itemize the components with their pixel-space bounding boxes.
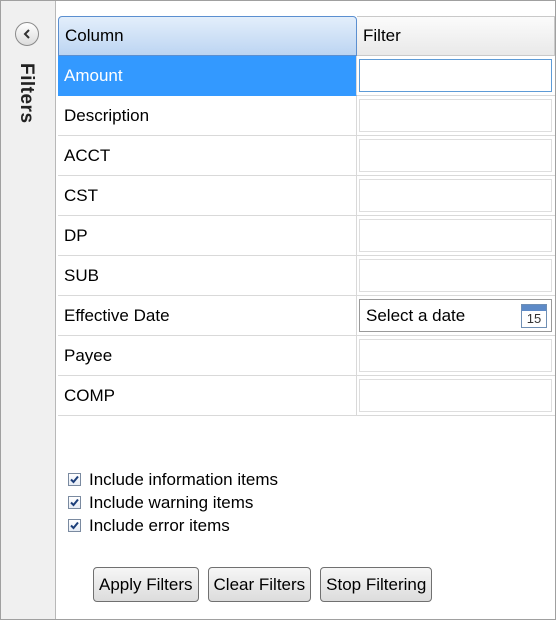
column-name: Amount	[58, 56, 357, 96]
clear-filters-button[interactable]: Clear Filters	[207, 567, 312, 602]
filters-title: Filters	[16, 63, 37, 124]
column-name: DP	[58, 216, 357, 256]
chevron-left-icon	[23, 29, 30, 39]
filters-panel: Filters Column Filter Amount Description…	[0, 0, 556, 620]
grid-row-description[interactable]: Description	[58, 96, 555, 136]
acct-filter-input[interactable]	[359, 139, 552, 172]
grid-row-sub[interactable]: SUB	[58, 256, 555, 296]
description-filter-input[interactable]	[359, 99, 552, 132]
include-warning-checkbox[interactable]	[68, 496, 81, 509]
filter-header[interactable]: Filter	[357, 16, 555, 56]
checkmark-icon	[70, 498, 79, 507]
collapse-panel-button[interactable]	[15, 22, 39, 46]
grid-row-payee[interactable]: Payee	[58, 336, 555, 376]
grid-row-acct[interactable]: ACCT	[58, 136, 555, 176]
comp-filter-input[interactable]	[359, 379, 552, 412]
calendar-day: 15	[526, 310, 542, 326]
filter-grid: Column Filter Amount Description ACCT CS…	[58, 16, 555, 416]
date-placeholder: Select a date	[366, 305, 466, 325]
dp-filter-input[interactable]	[359, 219, 552, 252]
column-name: SUB	[58, 256, 357, 296]
amount-filter-input[interactable]	[359, 59, 552, 92]
column-name: COMP	[58, 376, 357, 416]
cst-filter-input[interactable]	[359, 179, 552, 212]
column-name: CST	[58, 176, 357, 216]
grid-header: Column Filter	[58, 16, 555, 56]
sub-filter-input[interactable]	[359, 259, 552, 292]
apply-filters-button[interactable]: Apply Filters	[93, 567, 199, 602]
column-name: Effective Date	[58, 296, 357, 336]
include-error-option[interactable]: Include error items	[68, 514, 278, 537]
checkmark-icon	[70, 475, 79, 484]
payee-filter-input[interactable]	[359, 339, 552, 372]
grid-row-comp[interactable]: COMP	[58, 376, 555, 416]
include-information-checkbox[interactable]	[68, 473, 81, 486]
grid-row-cst[interactable]: CST	[58, 176, 555, 216]
option-label: Include error items	[89, 515, 230, 535]
stop-filtering-button[interactable]: Stop Filtering	[320, 567, 433, 602]
column-name: ACCT	[58, 136, 357, 176]
include-options: Include information items Include warnin…	[68, 468, 278, 537]
checkmark-icon	[70, 521, 79, 530]
grid-row-dp[interactable]: DP	[58, 216, 555, 256]
filters-side-strip: Filters	[1, 1, 56, 619]
option-label: Include information items	[89, 469, 278, 489]
option-label: Include warning items	[89, 492, 254, 512]
column-header[interactable]: Column	[58, 16, 357, 56]
column-name: Description	[58, 96, 357, 136]
grid-row-effective-date[interactable]: Effective Date Select a date 15	[58, 296, 555, 336]
include-information-option[interactable]: Include information items	[68, 468, 278, 491]
include-error-checkbox[interactable]	[68, 519, 81, 532]
calendar-icon[interactable]: 15	[521, 303, 547, 328]
effective-date-picker[interactable]: Select a date 15	[359, 299, 552, 332]
grid-row-amount[interactable]: Amount	[58, 56, 555, 96]
column-name: Payee	[58, 336, 357, 376]
filter-actions: Apply Filters Clear Filters Stop Filteri…	[93, 567, 433, 602]
include-warning-option[interactable]: Include warning items	[68, 491, 278, 514]
